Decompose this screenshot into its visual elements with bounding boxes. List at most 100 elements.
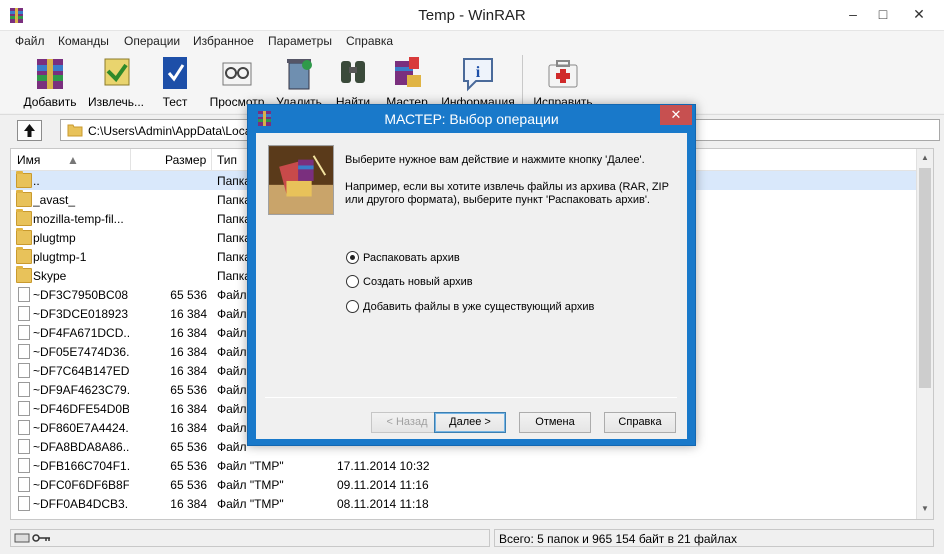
- column-divider[interactable]: [211, 149, 212, 171]
- add-button[interactable]: Добавить: [22, 53, 78, 109]
- delete-icon: [287, 59, 312, 90]
- scroll-up-icon[interactable]: ▲: [921, 153, 929, 162]
- view-button[interactable]: Просмотр: [207, 53, 267, 109]
- file-icon: [18, 439, 30, 454]
- file-date: 17.11.2014 10:32: [337, 459, 430, 473]
- extract-label: Извлечь...: [87, 95, 144, 109]
- close-button[interactable]: ✕: [896, 0, 942, 31]
- file-name: _avast_: [33, 193, 76, 207]
- extract-button[interactable]: Извлечь...: [85, 53, 147, 109]
- file-name: ~DF860E7A4424...: [33, 421, 129, 435]
- info-button[interactable]: i Информация: [440, 53, 516, 109]
- file-size: 16 384: [170, 497, 207, 511]
- menu-operations[interactable]: Операции: [124, 34, 180, 48]
- file-icon: [18, 401, 30, 416]
- next-button[interactable]: Далее >: [434, 412, 506, 433]
- option-extract-label: Распаковать архив: [363, 252, 460, 264]
- menu-commands[interactable]: Команды: [58, 34, 109, 48]
- repair-icon: [548, 60, 578, 88]
- menu-favorites[interactable]: Избранное: [193, 34, 254, 48]
- scroll-down-icon[interactable]: ▼: [921, 504, 929, 513]
- test-button[interactable]: Тест: [154, 53, 196, 109]
- folder-icon: [16, 171, 32, 188]
- folder-icon: [16, 247, 32, 264]
- dialog-divider: [265, 397, 677, 398]
- status-left: [10, 529, 490, 547]
- file-size: 65 536: [170, 288, 207, 302]
- extract-icon: [104, 58, 130, 86]
- file-size: 65 536: [170, 459, 207, 473]
- column-divider[interactable]: [130, 149, 131, 171]
- table-row[interactable]: ~DFB166C704F1... 65 536 Файл "TMP" 17.11.20…: [11, 456, 917, 475]
- file-size: 65 536: [170, 383, 207, 397]
- file-name: plugtmp: [33, 231, 76, 245]
- file-icon: [18, 477, 30, 492]
- folder-icon: [16, 190, 32, 207]
- file-name: ~DFF0AB4DCB3...: [33, 497, 129, 511]
- radio-add[interactable]: [346, 300, 359, 313]
- file-size: 65 536: [170, 440, 207, 454]
- file-size: 65 536: [170, 478, 207, 492]
- back-button[interactable]: < Назад: [371, 412, 443, 433]
- toolbar-separator: [522, 55, 523, 109]
- menu-file[interactable]: Файл: [15, 34, 45, 48]
- file-size: 16 384: [170, 402, 207, 416]
- dialog-close-button[interactable]: ✕: [660, 105, 692, 125]
- table-row[interactable]: ~DFC0F6DF6B8F... 65 536 Файл "TMP" 09.11.20…: [11, 475, 917, 494]
- col-name-header[interactable]: Имя: [17, 153, 40, 167]
- file-name: ~DF4FA671DCD...: [33, 326, 129, 340]
- up-folder-button[interactable]: [17, 120, 42, 141]
- minimize-button[interactable]: –: [838, 0, 868, 31]
- drive-key-icon: [14, 533, 50, 543]
- svg-text:i: i: [476, 64, 481, 81]
- find-icon: [341, 61, 365, 83]
- cancel-button[interactable]: Отмена: [519, 412, 591, 433]
- wizard-picture-icon: [268, 145, 334, 215]
- hint-text: Например, если вы хотите извлечь файлы и…: [345, 181, 669, 206]
- wizard-button[interactable]: Мастер: [383, 53, 431, 109]
- scroll-thumb[interactable]: [919, 168, 931, 388]
- repair-button[interactable]: Исправить: [533, 53, 593, 109]
- file-type: Файл "TMP": [217, 478, 284, 492]
- radio-extract[interactable]: [346, 251, 359, 264]
- find-button[interactable]: Найти: [332, 53, 374, 109]
- menu-options[interactable]: Параметры: [268, 34, 332, 48]
- status-bar: Всего: 5 папок и 965 154 байт в 21 файла…: [0, 522, 944, 554]
- file-icon: [18, 363, 30, 378]
- maximize-button[interactable]: □: [868, 0, 898, 31]
- col-size-header[interactable]: Размер: [165, 153, 206, 167]
- status-right: Всего: 5 папок и 965 154 байт в 21 файла…: [494, 529, 934, 547]
- file-icon: [18, 306, 30, 321]
- delete-button[interactable]: Удалить: [274, 53, 324, 109]
- file-icon: [18, 287, 30, 302]
- file-name: Skype: [33, 269, 67, 283]
- dialog-title: МАСТЕР: Выбор операции: [384, 111, 559, 127]
- status-text: Всего: 5 папок и 965 154 байт в 21 файла…: [499, 532, 737, 546]
- file-type: Файл "TMP": [217, 497, 284, 511]
- test-icon: [163, 57, 187, 89]
- menu-help[interactable]: Справка: [346, 34, 393, 48]
- vertical-scrollbar[interactable]: ▲ ▼: [916, 149, 933, 519]
- col-type-header[interactable]: Тип: [217, 153, 237, 167]
- file-icon: [18, 344, 30, 359]
- radio-create[interactable]: [346, 275, 359, 288]
- view-icon: [222, 62, 252, 86]
- dialog-title-bar[interactable]: МАСТЕР: Выбор операции ✕: [248, 105, 695, 133]
- file-name: ..: [33, 174, 40, 188]
- file-name: ~DF05E7474D36...: [33, 345, 129, 359]
- table-row[interactable]: ~DFF0AB4DCB3... 16 384 Файл "TMP" 08.11.201…: [11, 494, 917, 513]
- help-button[interactable]: Справка: [604, 412, 676, 433]
- folder-icon: [67, 124, 83, 137]
- window-title: Temp - WinRAR: [418, 7, 526, 24]
- file-size: 16 384: [170, 421, 207, 435]
- file-name: ~DFB166C704F1...: [33, 459, 129, 473]
- file-name: mozilla-temp-fil...: [33, 212, 124, 226]
- file-name: ~DF7C64B147ED...: [33, 364, 129, 378]
- add-label: Добавить: [23, 95, 77, 109]
- file-name: ~DF3DCE018923...: [33, 307, 129, 321]
- file-size: 16 384: [170, 307, 207, 321]
- file-icon: [18, 496, 30, 511]
- file-name: ~DFC0F6DF6B8F...: [33, 478, 129, 492]
- info-icon: i: [463, 58, 493, 92]
- folder-icon: [16, 228, 32, 245]
